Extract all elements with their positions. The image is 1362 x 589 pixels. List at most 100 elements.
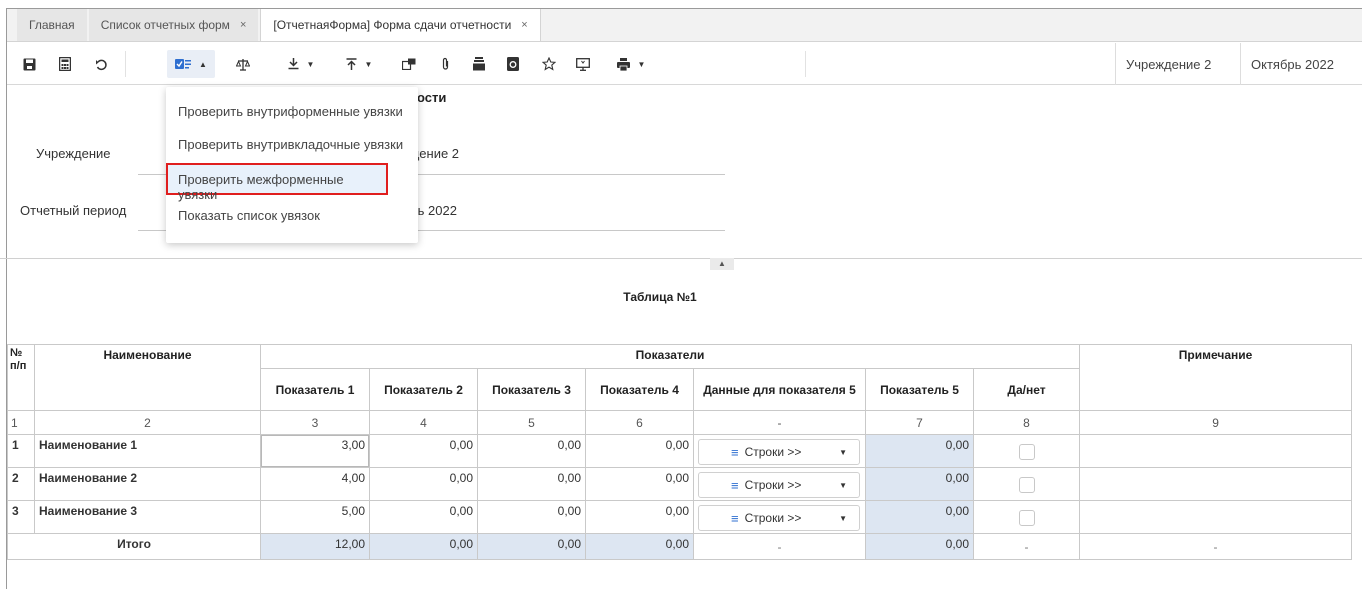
header-indicator-1: Показатель 1	[260, 368, 370, 411]
menu-item-show-links[interactable]: Показать список увязок	[178, 208, 320, 223]
cell-indicator-2[interactable]: 0,00	[369, 500, 478, 534]
close-icon[interactable]: ×	[521, 19, 527, 31]
check-links-menu: Проверить внутриформенные увязки Провери…	[166, 87, 418, 243]
row-number: 3	[7, 500, 35, 534]
total-row: Итого 12,00 0,00 0,00 0,00 - 0,00 - -	[7, 533, 1353, 560]
close-icon[interactable]: ×	[240, 19, 246, 31]
period-chip[interactable]: Октябрь 2022	[1240, 43, 1344, 85]
tab-report-list[interactable]: Список отчетных форм ×	[88, 9, 259, 41]
cell-note[interactable]	[1079, 434, 1353, 468]
cell-indicator-1[interactable]: 5,00	[260, 500, 370, 534]
monitor-icon[interactable]	[569, 50, 597, 78]
tab-home[interactable]: Главная	[17, 9, 87, 41]
column-number-row: 1 2 3 4 5 6 - 7 8 9	[7, 410, 1353, 435]
total-indicator-3: 0,00	[477, 533, 586, 560]
total-indicator-5: 0,00	[865, 533, 974, 560]
cell-note[interactable]	[1079, 467, 1353, 501]
header-indicator-2: Показатель 2	[369, 368, 478, 411]
institution-chip[interactable]: Учреждение 2	[1115, 43, 1221, 85]
row-number: 1	[7, 434, 35, 468]
chevron-down-icon: ▼	[839, 513, 847, 523]
cell-indicator-5: 0,00	[865, 434, 974, 468]
cell-indicator-3[interactable]: 0,00	[477, 500, 586, 534]
cell-note[interactable]	[1079, 500, 1353, 534]
rows-select[interactable]: ≡ Строки >> ▼	[698, 472, 860, 498]
list-icon: ≡	[731, 510, 739, 526]
list-icon: ≡	[731, 444, 739, 460]
collapse-up-icon[interactable]: ▲	[710, 258, 734, 270]
copy-icon[interactable]	[395, 50, 423, 78]
save-icon[interactable]	[15, 50, 43, 78]
cell-indicator-5: 0,00	[865, 467, 974, 501]
header-indicators: Показатели	[259, 344, 1081, 369]
cell-indicator-5-data: ≡ Строки >> ▼	[693, 434, 866, 468]
print-button[interactable]: ▼	[607, 50, 655, 78]
archive-icon[interactable]	[465, 50, 493, 78]
check-links-icon	[175, 59, 192, 69]
cell-indicator-3[interactable]: 0,00	[477, 434, 586, 468]
section-divider	[0, 258, 1362, 259]
tab-label: Главная	[29, 18, 75, 32]
col-number: 3	[260, 410, 370, 435]
yes-no-checkbox[interactable]	[1018, 509, 1035, 526]
cell-indicator-2[interactable]: 0,00	[369, 467, 478, 501]
col-number: 1	[7, 410, 35, 435]
import-icon	[288, 58, 299, 70]
header-indicator-5: Показатель 5	[865, 368, 974, 411]
header-name: Наименование	[34, 344, 261, 411]
check-links-button[interactable]: ▲	[167, 50, 215, 78]
cell-indicator-3[interactable]: 0,00	[477, 467, 586, 501]
rows-select-label: Строки >>	[744, 511, 802, 525]
undo-icon[interactable]	[87, 50, 115, 78]
col-number: 6	[585, 410, 694, 435]
list-icon: ≡	[731, 477, 739, 493]
yes-no-checkbox[interactable]	[1018, 476, 1035, 493]
export-button[interactable]: ▼	[337, 50, 381, 78]
row-name: Наименование 3	[34, 500, 261, 534]
cell-indicator-4[interactable]: 0,00	[585, 467, 694, 501]
total-indicator-5-data: -	[693, 533, 866, 560]
attachment-icon[interactable]	[431, 50, 459, 78]
row-name: Наименование 2	[34, 467, 261, 501]
toolbar-divider	[125, 51, 126, 77]
header-indicator-4: Показатель 4	[585, 368, 694, 411]
menu-item-check-intratab[interactable]: Проверить внутривкладочные увязки	[178, 137, 403, 152]
calculator-icon[interactable]	[51, 50, 79, 78]
refresh-doc-icon[interactable]	[499, 50, 527, 78]
cell-indicator-4[interactable]: 0,00	[585, 434, 694, 468]
print-icon	[616, 57, 630, 71]
menu-item-check-interform[interactable]: Проверить межформенные увязки	[166, 163, 388, 202]
chevron-down-icon: ▼	[306, 59, 315, 69]
menu-item-check-intraform[interactable]: Проверить внутриформенные увязки	[178, 104, 403, 119]
table-row: 3 Наименование 3 5,00 0,00 0,00 0,00 ≡ Ст…	[7, 500, 1353, 534]
col-number: -	[693, 410, 866, 435]
toolbar-divider	[805, 51, 806, 77]
table-row: 2 Наименование 2 4,00 0,00 0,00 0,00 ≡ Ст…	[7, 467, 1353, 501]
total-indicator-1: 12,00	[260, 533, 370, 560]
col-number: 8	[972, 410, 1081, 435]
chevron-down-icon: ▼	[637, 59, 646, 69]
rows-select[interactable]: ≡ Строки >> ▼	[698, 505, 860, 531]
scales-icon[interactable]	[229, 50, 257, 78]
header-indicator-5-data: Данные для показателя 5	[693, 368, 866, 411]
col-number: 9	[1079, 410, 1353, 435]
cell-indicator-4[interactable]: 0,00	[585, 500, 694, 534]
total-indicator-2: 0,00	[369, 533, 478, 560]
cell-indicator-1[interactable]: 4,00	[260, 467, 370, 501]
rows-select[interactable]: ≡ Строки >> ▼	[698, 439, 860, 465]
col-number: 7	[865, 410, 974, 435]
yes-no-checkbox[interactable]	[1018, 443, 1035, 460]
export-icon	[346, 58, 357, 70]
table-row: 1 Наименование 1 3,00 0,00 0,00 0,00 ≡ Ст…	[7, 434, 1353, 468]
rows-select-label: Строки >>	[744, 445, 802, 459]
chevron-down-icon: ▼	[839, 480, 847, 490]
star-icon[interactable]	[535, 50, 563, 78]
tab-bar: Главная Список отчетных форм × [ОтчетнаяФ…	[7, 9, 1362, 42]
cell-indicator-2[interactable]: 0,00	[369, 434, 478, 468]
import-button[interactable]: ▼	[279, 50, 323, 78]
cell-indicator-1[interactable]: 3,00	[260, 434, 370, 468]
col-number: 2	[34, 410, 261, 435]
header-note: Примечание	[1079, 344, 1353, 411]
tab-report-form[interactable]: [ОтчетнаяФорма] Форма сдачи отчетности ×	[260, 9, 541, 41]
tab-label: [ОтчетнаяФорма] Форма сдачи отчетности	[273, 18, 512, 32]
